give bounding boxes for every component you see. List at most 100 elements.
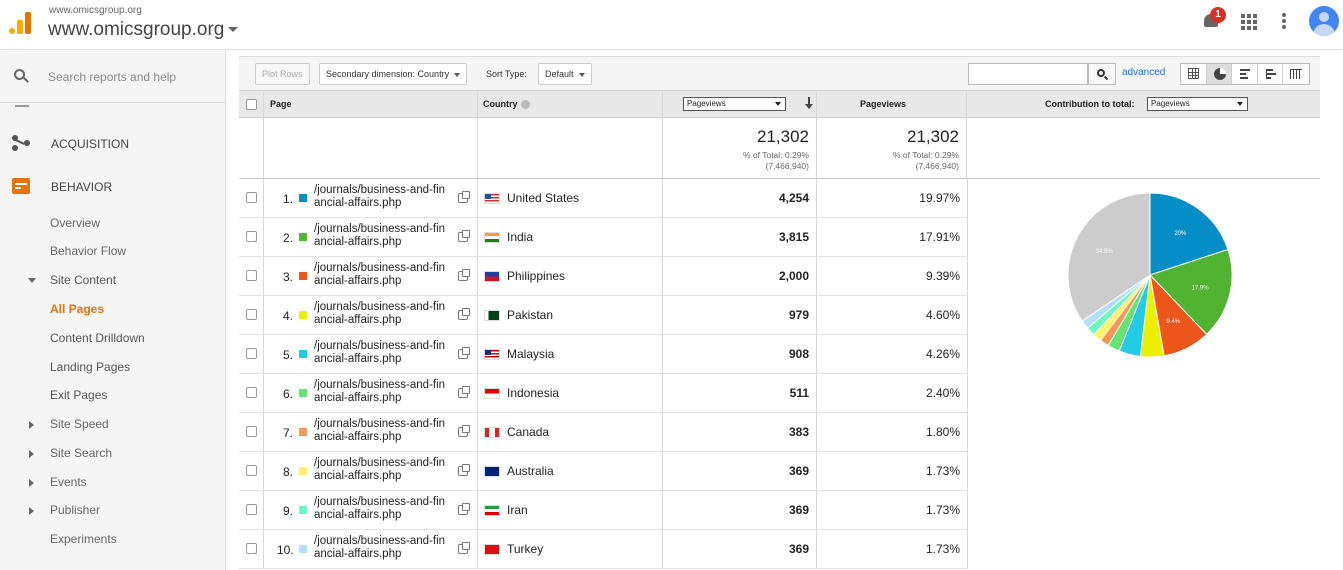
country-name[interactable]: Indonesia [507, 386, 559, 400]
page-path-link[interactable]: /journals/business-and-fin ancial-affairs… [314, 340, 454, 366]
page-path-line: /journals/business-and-fin [314, 340, 446, 352]
pie-slice-label: 9.4% [1166, 319, 1180, 325]
advanced-filter-link[interactable]: advanced [1122, 67, 1165, 78]
sort-type-select[interactable]: Default [538, 63, 592, 85]
open-external-icon[interactable] [458, 269, 470, 281]
page-path-link[interactable]: /journals/business-and-fin ancial-affairs… [314, 184, 454, 210]
row-checkbox[interactable] [246, 504, 257, 515]
column-header-page[interactable]: Page [270, 91, 292, 118]
page-path-link[interactable]: /journals/business-and-fin ancial-affairs… [314, 457, 454, 483]
open-external-icon[interactable] [458, 191, 470, 203]
open-external-icon[interactable] [458, 347, 470, 359]
sidebar-item-label: All Pages [50, 302, 105, 316]
performance-view-button[interactable] [1232, 64, 1258, 84]
account-breadcrumb[interactable]: www.omicsgroup.org [49, 5, 142, 16]
column-header-pageviews[interactable]: Pageviews [860, 91, 906, 118]
row-checkbox[interactable] [246, 270, 257, 281]
page-path-link[interactable]: /journals/business-and-fin ancial-affairs… [314, 262, 454, 288]
sidebar-item-experiments[interactable]: Experiments [0, 526, 225, 552]
property-selector[interactable]: www.omicsgroup.org [48, 19, 224, 41]
table-row[interactable]: 5. /journals/business-and-fin ancial-affai… [239, 335, 967, 374]
contribution-metric-select[interactable]: Pageviews [1147, 97, 1248, 111]
row-checkbox[interactable] [246, 348, 257, 359]
country-name[interactable]: India [507, 230, 533, 244]
select-all-checkbox[interactable] [246, 99, 257, 110]
country-name[interactable]: Philippines [507, 269, 565, 283]
row-checkbox[interactable] [246, 465, 257, 476]
apps-grid-icon[interactable] [1241, 14, 1257, 30]
sidebar-item-all-pages[interactable]: All Pages [0, 296, 225, 322]
row-checkbox[interactable] [246, 543, 257, 554]
sidebar-item-site-speed[interactable]: Site Speed [0, 411, 225, 437]
sidebar-item-site-content[interactable]: Site Content [0, 267, 225, 293]
table-row[interactable]: 9. /journals/business-and-fin ancial-affai… [239, 491, 967, 530]
pie-slice-label: 20% [1174, 231, 1187, 237]
percent-value: 19.97% [919, 191, 960, 205]
page-path-link[interactable]: /journals/business-and-fin ancial-affairs… [314, 535, 454, 561]
row-checkbox[interactable] [246, 192, 257, 203]
sidebar-item-content-drilldown[interactable]: Content Drilldown [0, 325, 225, 351]
page-path-link[interactable]: /journals/business-and-fin ancial-affairs… [314, 418, 454, 444]
table-row[interactable]: 4. /journals/business-and-fin ancial-affai… [239, 296, 967, 335]
comparison-view-button[interactable] [1258, 64, 1284, 84]
table-search-button[interactable] [1088, 63, 1116, 85]
open-external-icon[interactable] [458, 542, 470, 554]
page-path-link[interactable]: /journals/business-and-fin ancial-affairs… [314, 496, 454, 522]
sidebar-item-acquisition[interactable]: ACQUISITION [0, 125, 225, 161]
page-path-link[interactable]: /journals/business-and-fin ancial-affairs… [314, 301, 454, 327]
avatar[interactable] [1309, 6, 1339, 36]
row-checkbox[interactable] [246, 387, 257, 398]
open-external-icon[interactable] [458, 386, 470, 398]
open-external-icon[interactable] [458, 503, 470, 515]
search-input[interactable] [48, 67, 213, 87]
sidebar-item-site-search[interactable]: Site Search [0, 440, 225, 466]
table-row[interactable]: 3. /journals/business-and-fin ancial-affai… [239, 257, 967, 296]
open-external-icon[interactable] [458, 308, 470, 320]
sidebar-item-publisher[interactable]: Publisher [0, 497, 225, 523]
country-name[interactable]: Malaysia [507, 347, 554, 361]
column-header-country[interactable]: Country [483, 91, 530, 118]
table-row[interactable]: 6. /journals/business-and-fin ancial-affai… [239, 374, 967, 413]
table-row[interactable]: 1. /journals/business-and-fin ancial-affai… [239, 179, 967, 218]
row-checkbox[interactable] [246, 426, 257, 437]
notification-bell-icon[interactable]: 1 [1202, 7, 1226, 30]
percent-value: 1.73% [925, 464, 960, 478]
secondary-dimension-select[interactable]: Secondary dimension: Country [319, 63, 468, 85]
data-table-view-button[interactable] [1181, 64, 1207, 84]
sidebar-item-behavior-flow[interactable]: Behavior Flow [0, 238, 225, 264]
country-name[interactable]: Pakistan [507, 308, 553, 322]
more-options-icon[interactable] [1282, 13, 1286, 29]
chevron-down-icon[interactable] [228, 27, 238, 32]
sidebar-item-landing-pages[interactable]: Landing Pages [0, 354, 225, 380]
country-name[interactable]: Canada [507, 425, 549, 439]
page-path-link[interactable]: /journals/business-and-fin ancial-affairs… [314, 379, 454, 405]
open-external-icon[interactable] [458, 464, 470, 476]
table-row[interactable]: 8. /journals/business-and-fin ancial-affai… [239, 452, 967, 491]
table-row[interactable]: 10. /journals/business-and-fin ancial-affa… [239, 530, 967, 569]
row-checkbox[interactable] [246, 309, 257, 320]
expand-right-icon [29, 479, 34, 487]
country-name[interactable]: Turkey [507, 542, 543, 556]
country-name[interactable]: United States [507, 191, 579, 205]
plot-rows-button[interactable]: Plot Rows [255, 63, 310, 85]
open-external-icon[interactable] [458, 425, 470, 437]
open-external-icon[interactable] [458, 230, 470, 242]
sidebar-item-events[interactable]: Events [0, 469, 225, 495]
table-row[interactable]: 2. /journals/business-and-fin ancial-affai… [239, 218, 967, 257]
analytics-logo-icon[interactable] [9, 12, 33, 34]
pivot-view-button[interactable] [1283, 64, 1309, 84]
page-path-link[interactable]: /journals/business-and-fin ancial-affairs… [314, 223, 454, 249]
pageviews-value: 3,815 [778, 230, 809, 244]
table-row[interactable]: 7. /journals/business-and-fin ancial-affai… [239, 413, 967, 452]
page-path-line: ancial-affairs.php [314, 548, 402, 560]
country-name[interactable]: Australia [507, 464, 554, 478]
country-name[interactable]: Iran [507, 503, 528, 517]
sidebar-item-overview[interactable]: Overview [0, 210, 225, 236]
table-filter-input[interactable] [968, 63, 1088, 85]
row-checkbox[interactable] [246, 231, 257, 242]
sort-descending-icon[interactable] [804, 97, 814, 111]
metric-select[interactable]: Pageviews [683, 97, 786, 111]
sidebar-item-behavior[interactable]: BEHAVIOR [0, 168, 225, 204]
pie-view-button[interactable] [1206, 64, 1233, 84]
sidebar-item-exit-pages[interactable]: Exit Pages [0, 382, 225, 408]
